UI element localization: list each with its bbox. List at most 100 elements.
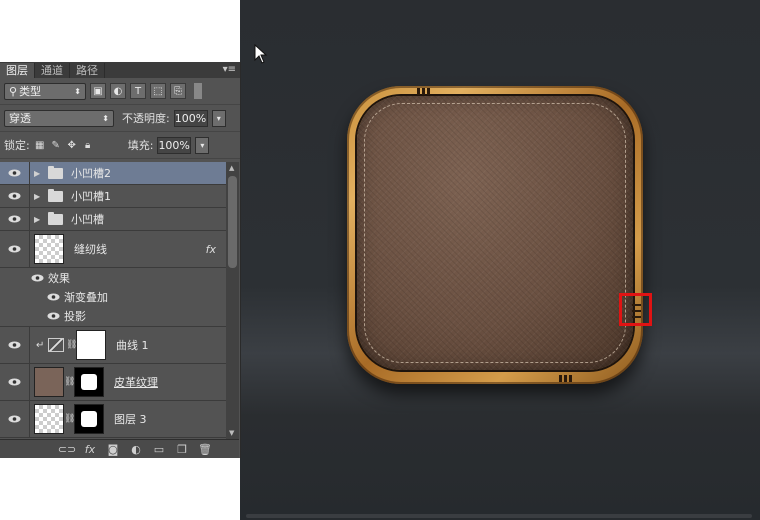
lock-label: 锁定: [4,139,30,152]
expand-triangle-icon[interactable]: ▶ [34,215,44,224]
trash-icon[interactable]: 🗑︎ [198,443,212,456]
groove-notch [422,88,425,95]
filter-kind-select[interactable]: ⚲ 类型 ⬍ [4,82,86,100]
new-group-icon[interactable]: ▭ [153,443,165,456]
opacity-input[interactable]: 100% [173,109,208,127]
layer-row[interactable]: ⛓ 皮革纹理 [0,364,226,401]
groove-notch [427,88,430,95]
tab-channels[interactable]: 通道 [35,63,70,78]
scrollbar-thumb[interactable] [228,176,237,268]
layers-panel: 图层 通道 路径 ▾≡ ⚲ 类型 ⬍ ▣ ◐ T ⬚ ⎘ 穿透 ⬍ 不透明度: … [0,62,241,458]
layer-name: 图层 3 [114,413,147,426]
visibility-eye-icon[interactable] [0,185,30,207]
adjustment-filter-icon[interactable]: ◐ [110,83,126,99]
blend-mode-value: 穿透 [9,112,31,125]
visibility-eye-icon[interactable] [0,364,30,400]
visibility-eye-icon[interactable] [0,268,48,287]
effect-row[interactable]: 渐变叠加 [0,287,226,306]
fill-input[interactable]: 100% [157,136,192,154]
scroll-up-icon[interactable]: ▲ [229,164,234,172]
fx-icon[interactable]: fx [84,443,96,456]
expand-triangle-icon[interactable]: ▶ [34,192,44,201]
mouse-cursor-icon [254,44,268,64]
visibility-eye-icon[interactable] [0,306,64,326]
groove-notch [564,375,567,382]
chevron-down-icon: ⬍ [102,113,109,123]
folder-icon [48,211,63,225]
layer-row[interactable]: 缝纫线 fx [0,231,226,268]
leather-surface [357,96,633,370]
smart-object-filter-icon[interactable]: ⎘ [170,83,186,99]
folder-icon [48,165,63,179]
clip-arrow-icon: ↵ [36,339,45,351]
document-canvas[interactable] [240,0,760,520]
chain-link-icon[interactable]: ⛓ [66,340,77,350]
adjustment-icon[interactable]: ◐ [130,443,142,456]
layer-name: 曲线 1 [116,339,149,352]
groove-notch [417,88,420,95]
opacity-dropdown-icon[interactable]: ▾ [211,109,226,127]
new-layer-icon[interactable]: ❐ [176,443,188,456]
horizontal-scrollbar[interactable] [246,514,752,518]
filter-toggle[interactable] [194,83,202,99]
layer-name: 皮革纹理 [114,376,158,389]
chain-link-icon[interactable]: ⛓ [64,377,75,387]
fill-dropdown-icon[interactable]: ▾ [195,136,210,154]
link-icon[interactable]: ⊂⊃ [58,443,76,456]
layer-thumbnail [34,367,64,397]
search-icon: ⚲ [9,84,18,98]
visibility-eye-icon[interactable] [0,208,30,230]
lock-all-icon[interactable]: 🔒︎ [82,139,94,151]
effect-name: 投影 [64,310,86,323]
shape-filter-icon[interactable]: ⬚ [150,83,166,99]
blend-row: 穿透 ⬍ 不透明度: 100% ▾ [0,105,240,132]
expand-triangle-icon[interactable]: ▶ [34,169,44,178]
visibility-eye-icon[interactable] [0,231,30,267]
highlight-marker [619,293,652,326]
layers-scrollbar[interactable]: ▲ ▼ [226,162,239,439]
lock-transparency-icon[interactable]: ▦ [34,139,46,151]
blend-mode-select[interactable]: 穿透 ⬍ [4,109,114,127]
tab-layers[interactable]: 图层 [0,63,35,78]
lock-row: 锁定: ▦ ✎ ✥ 🔒︎ 填充: 100% ▾ [0,132,240,159]
visibility-eye-icon[interactable] [0,162,30,184]
effect-name: 渐变叠加 [64,290,108,304]
fx-icon[interactable]: fx [206,243,216,256]
effect-row[interactable]: 投影 [0,306,226,327]
stitch-line [364,103,626,363]
chevron-down-icon: ⬍ [74,86,81,96]
layer-row[interactable]: ↵ ⛓ 曲线 1 [0,327,226,364]
layer-row[interactable]: ▶ 小凹槽 [0,208,226,231]
curves-icon [48,338,64,352]
lock-pixels-icon[interactable]: ✎ [50,139,62,151]
groove-notch [569,375,572,382]
layer-row[interactable]: ▶ 小凹槽2 [0,162,226,185]
effects-label: 效果 [48,271,70,285]
groove-notch [559,375,562,382]
panel-menu-icon[interactable]: ▾≡ [223,64,236,75]
layer-thumbnail [34,404,64,434]
visibility-eye-icon[interactable] [0,327,30,363]
layer-thumbnail [34,234,64,264]
visibility-eye-icon[interactable] [0,287,64,306]
visibility-eye-icon[interactable] [0,401,30,437]
layer-mask-thumbnail [74,367,104,397]
layer-row[interactable]: ▶ 小凹槽1 [0,185,226,208]
lock-position-icon[interactable]: ✥ [66,139,78,151]
type-filter-icon[interactable]: T [130,83,146,99]
layer-name: 小凹槽2 [71,167,111,180]
pixel-filter-icon[interactable]: ▣ [90,83,106,99]
filter-kind-label: 类型 [19,85,42,98]
layers-list: ▶ 小凹槽2 ▶ 小凹槽1 ▶ 小凹槽 缝纫线 fx 效果 渐变叠加 投影 ↵ … [0,162,226,439]
opacity-label: 不透明度: [122,112,170,125]
chain-link-icon[interactable]: ⛓ [64,414,75,424]
layer-mask-thumbnail [76,330,106,360]
filter-row: ⚲ 类型 ⬍ ▣ ◐ T ⬚ ⎘ [0,78,240,105]
scroll-down-icon[interactable]: ▼ [229,429,234,437]
tab-paths[interactable]: 路径 [70,63,105,78]
folder-icon [48,188,63,202]
layer-mask-thumbnail [74,404,104,434]
layer-row[interactable]: ⛓ 图层 3 [0,401,226,438]
effects-row[interactable]: 效果 [0,268,226,287]
mask-icon[interactable]: ◙ [107,443,119,456]
